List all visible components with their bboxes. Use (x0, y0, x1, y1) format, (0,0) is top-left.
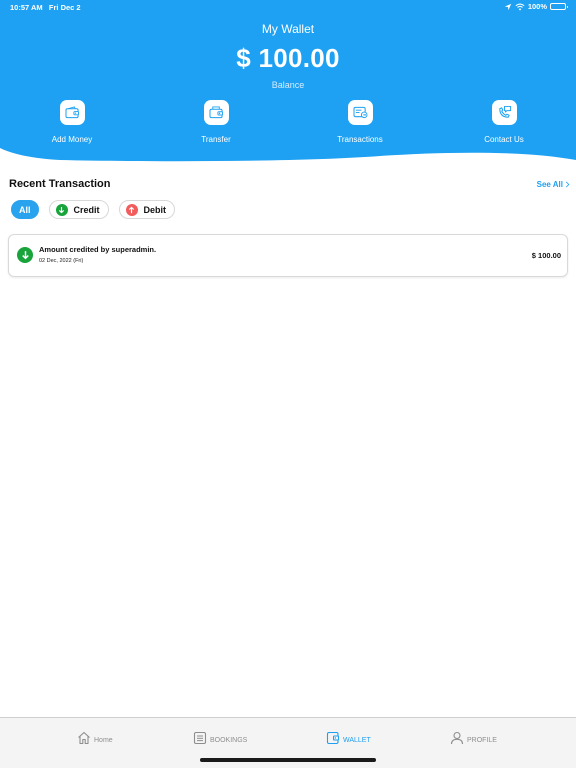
transaction-card[interactable]: Amount credited by superadmin. 02 Dec, 2… (8, 234, 568, 277)
page-title: My Wallet (261, 22, 315, 36)
tab-wallet[interactable]: WALLET (326, 731, 371, 745)
wallet-header: 10:57 AM Fri Dec 2 100% My Wallet $ 100.… (0, 0, 576, 170)
tab-home[interactable]: Home (77, 731, 113, 745)
transaction-date: 02 Dec, 2022 (Fri) (39, 258, 84, 264)
wallet-add-icon (64, 106, 79, 119)
transactions-button[interactable]: Transactions (310, 100, 410, 144)
arrow-down-icon (55, 203, 68, 216)
filter-credit-chip[interactable]: Credit (48, 200, 109, 219)
filter-debit-chip[interactable]: Debit (118, 200, 176, 219)
status-time-text: 10:57 AM (10, 3, 43, 12)
transactions-label: Transactions (337, 135, 383, 144)
add-money-label: Add Money (51, 135, 93, 144)
arrow-up-icon (125, 203, 138, 216)
battery-percent: 100% (527, 2, 547, 11)
filter-credit-label: Credit (73, 204, 100, 215)
wallet-transfer-icon (208, 106, 223, 119)
tab-home-label: Home (94, 737, 113, 744)
status-right: 100% (504, 2, 568, 11)
contact-us-icon-box (491, 100, 517, 125)
transaction-filters: All Credit Debit (11, 200, 176, 219)
chevron-right-icon (565, 181, 570, 188)
recent-transaction-heading: Recent Transaction (9, 178, 111, 190)
wallet-icon (326, 731, 339, 745)
credit-arrow-icon (17, 247, 33, 263)
wallet-screen: 10:57 AM Fri Dec 2 100% My Wallet $ 100.… (0, 0, 576, 768)
add-money-icon-box (59, 100, 85, 125)
profile-icon (450, 731, 464, 745)
status-time: 10:57 AM Fri Dec 2 (10, 3, 81, 12)
transaction-title: Amount credited by superadmin. (39, 245, 157, 254)
tab-profile[interactable]: PROFILE (450, 731, 497, 745)
tab-wallet-label: WALLET (343, 737, 371, 744)
transfer-icon-box (203, 100, 229, 125)
status-date: Fri Dec 2 (48, 3, 81, 12)
tab-bookings[interactable]: BOOKINGS (193, 731, 247, 745)
status-bar: 10:57 AM Fri Dec 2 100% (0, 0, 576, 14)
phone-chat-icon (498, 105, 511, 118)
location-icon (504, 3, 512, 10)
contact-us-button[interactable]: Contact Us (454, 100, 554, 144)
bookings-icon (193, 731, 207, 745)
filter-all-label: All (19, 204, 31, 215)
add-money-button[interactable]: Add Money (22, 100, 122, 144)
transfer-label: Transfer (201, 135, 231, 144)
filter-all-chip[interactable]: All (11, 200, 39, 219)
battery-icon (550, 3, 568, 10)
transfer-button[interactable]: Transfer (166, 100, 266, 144)
wifi-icon (515, 3, 525, 10)
contact-us-label: Contact Us (484, 135, 524, 144)
transactions-icon (352, 106, 367, 119)
transaction-amount: $ 100.00 (531, 251, 561, 260)
home-indicator[interactable] (200, 758, 376, 762)
home-icon (78, 731, 90, 745)
transactions-icon-box (347, 100, 373, 125)
see-all-label: See All (536, 180, 563, 189)
filter-debit-label: Debit (143, 204, 167, 215)
tab-bookings-label: BOOKINGS (210, 737, 248, 744)
balance-amount: $ 100.00 (236, 43, 340, 73)
see-all-link[interactable]: See All (537, 180, 570, 189)
tab-profile-label: PROFILE (467, 737, 497, 744)
balance-label: Balance (271, 80, 305, 90)
